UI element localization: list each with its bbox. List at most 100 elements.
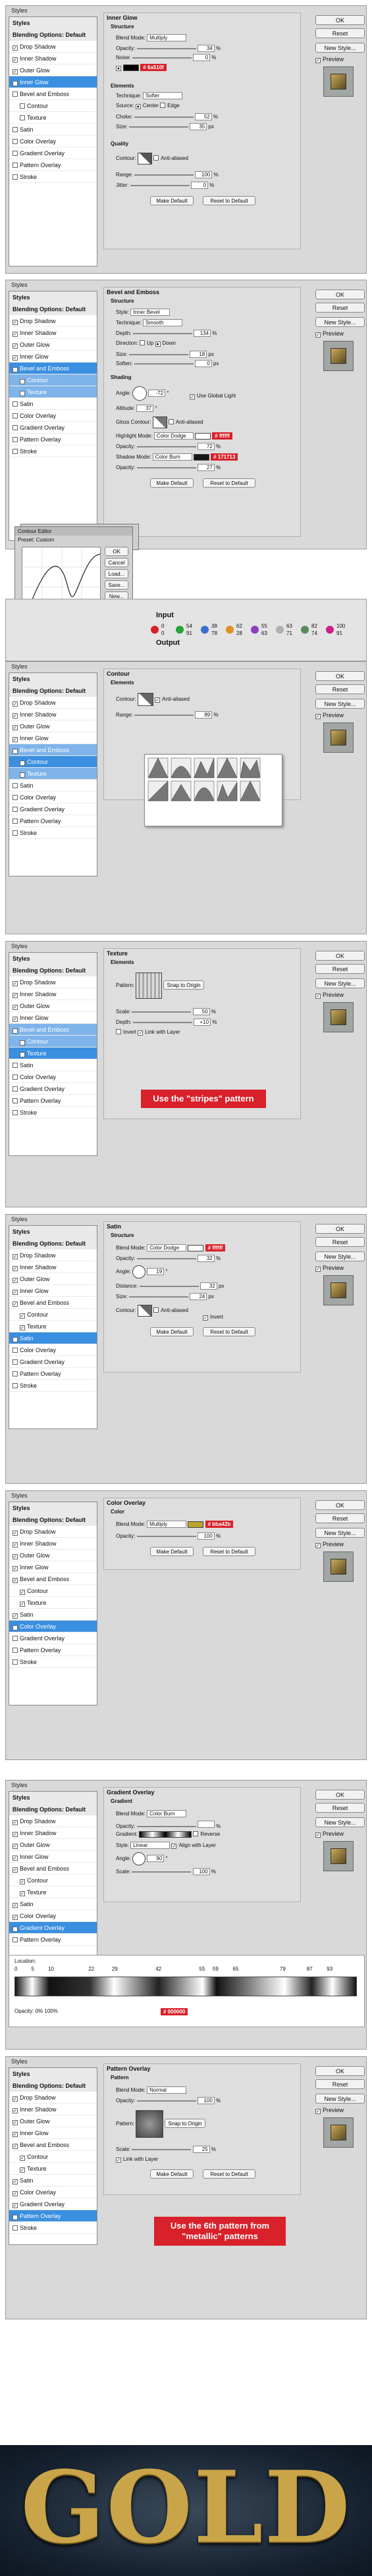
list-item-selected[interactable]: ✓ Pattern Overlay — [9, 2210, 97, 2222]
list-item[interactable]: Satin — [9, 398, 97, 410]
ok-button[interactable]: OK — [315, 1224, 365, 1234]
make-default-button[interactable]: Make Default — [150, 1547, 194, 1556]
list-item-selected[interactable]: ✓ Satin — [9, 1332, 97, 1344]
opacity-slider[interactable] — [136, 47, 196, 49]
list-item[interactable]: ✓ Contour — [9, 1585, 97, 1597]
style-select[interactable]: Linear — [130, 1842, 171, 1849]
list-item[interactable]: ✓ Inner Shadow — [9, 709, 97, 720]
angle-field[interactable]: -72 — [148, 390, 166, 397]
list-item[interactable]: Gradient Overlay — [9, 422, 97, 434]
list-item[interactable]: ✓ Satin — [9, 1609, 97, 1621]
list-item[interactable]: Pattern Overlay — [9, 434, 97, 445]
blend-mode-select[interactable]: Multiply — [147, 34, 187, 41]
jitter-field[interactable]: 0 — [191, 182, 209, 189]
editor-cancel-button[interactable]: Cancel — [105, 558, 128, 567]
size-field[interactable]: 18 — [190, 351, 207, 358]
style-select[interactable]: Inner Bevel — [130, 309, 171, 316]
reset-button[interactable]: Reset — [315, 1513, 365, 1523]
list-item[interactable]: ✓ Bevel and Emboss — [9, 1573, 97, 1585]
list-item[interactable]: ✓ Inner Shadow — [9, 53, 97, 64]
ok-button[interactable]: OK — [315, 15, 365, 25]
shadow-mode-select[interactable]: Color Burn — [152, 453, 192, 461]
depth-slider[interactable] — [132, 332, 192, 334]
list-item[interactable]: Stroke — [9, 827, 97, 839]
list-item[interactable]: ✓ Bevel and Emboss — [9, 2139, 97, 2151]
list-item[interactable]: ✓ Outer Glow — [9, 1839, 97, 1851]
list-item[interactable]: Stroke — [9, 171, 97, 183]
ok-button[interactable]: OK — [315, 2066, 365, 2076]
list-item[interactable]: ✓ Inner Glow — [9, 1851, 97, 1863]
size-field[interactable]: 24 — [190, 1293, 207, 1300]
new-style-button[interactable]: New Style... — [315, 317, 365, 327]
highlight-color-swatch[interactable] — [195, 432, 211, 440]
checkbox[interactable] — [20, 115, 25, 120]
opacity-field[interactable]: 100 — [197, 2097, 215, 2104]
make-default-button[interactable]: Make Default — [150, 2169, 194, 2179]
list-item[interactable]: ✓ Inner Shadow — [9, 327, 97, 339]
editor-ok-button[interactable]: OK — [105, 547, 128, 556]
depth-field[interactable]: +10 — [194, 1019, 211, 1026]
range-slider[interactable] — [134, 174, 194, 176]
checkbox[interactable] — [20, 103, 25, 109]
editor-load-button[interactable]: Load... — [105, 569, 128, 578]
soften-slider[interactable] — [134, 363, 194, 365]
list-item[interactable]: Blending Options: Default — [9, 303, 97, 315]
size-slider[interactable] — [129, 126, 189, 128]
list-item[interactable]: Blending Options: Default — [9, 685, 97, 697]
technique-select[interactable]: Softer — [142, 92, 182, 99]
make-default-button[interactable]: Make Default — [150, 478, 194, 488]
list-item[interactable]: ✓ Satin — [9, 2175, 97, 2186]
list-item[interactable]: ✓ Contour — [9, 1875, 97, 1886]
highlight-mode-select[interactable]: Color Dodge — [153, 432, 194, 440]
list-item[interactable]: Pattern Overlay — [9, 1934, 97, 1946]
list-item-selected[interactable]: ✓ Contour — [9, 756, 97, 768]
list-item[interactable]: ✓ Inner Glow — [9, 2127, 97, 2139]
contour-picker[interactable] — [137, 693, 153, 706]
list-item-selected[interactable]: ✓ Texture — [9, 1048, 97, 1059]
list-item[interactable]: ✓ Contour — [9, 2151, 97, 2163]
list-item[interactable]: ✓ Texture — [9, 1886, 97, 1898]
list-item-selected[interactable]: ✓ Color Overlay — [9, 1621, 97, 1632]
jitter-slider[interactable] — [130, 184, 190, 186]
list-item[interactable]: Color Overlay — [9, 1344, 97, 1356]
list-item[interactable]: Gradient Overlay — [9, 803, 97, 815]
list-item[interactable]: ✓ Outer Glow — [9, 339, 97, 351]
preview-checkbox[interactable]: ✓ Preview — [315, 712, 344, 719]
ok-button[interactable]: OK — [315, 1790, 365, 1800]
checkbox[interactable] — [13, 163, 18, 168]
list-item[interactable]: Pattern Overlay — [9, 815, 97, 827]
angle-dial[interactable] — [132, 1852, 146, 1865]
altitude-field[interactable]: 37 — [136, 405, 154, 412]
sh-opacity-field[interactable]: 27 — [197, 464, 215, 471]
list-item[interactable]: ✓ Drop Shadow — [9, 1815, 97, 1827]
gradient-ramp[interactable] — [14, 1977, 357, 1996]
new-style-button[interactable]: New Style... — [315, 43, 365, 53]
checkbox[interactable] — [13, 139, 18, 144]
list-item[interactable]: Styles — [9, 1226, 97, 1238]
scale-field[interactable]: 25 — [192, 2146, 210, 2153]
contour-presets-grid[interactable] — [144, 754, 282, 826]
preview-checkbox[interactable]: ✓ Preview — [315, 1265, 344, 1272]
range-field[interactable]: 89 — [195, 711, 213, 719]
reset-button[interactable]: Reset — [315, 1237, 365, 1247]
blend-mode-select[interactable]: Multiply — [147, 1521, 187, 1528]
preview-checkbox[interactable]: ✓ Preview — [315, 330, 344, 338]
list-item[interactable]: Styles — [9, 673, 97, 685]
list-item[interactable]: ✓ Drop Shadow — [9, 2092, 97, 2104]
checkbox[interactable] — [13, 127, 18, 132]
list-item[interactable]: Pattern Overlay — [9, 159, 97, 171]
list-item[interactable]: ✓ Contour — [9, 1309, 97, 1321]
gradient-picker[interactable] — [139, 1831, 192, 1838]
list-item[interactable]: Bevel and Emboss — [9, 88, 97, 100]
list-item[interactable]: Pattern Overlay — [9, 1644, 97, 1656]
list-item[interactable]: ✓ Inner Glow — [9, 732, 97, 744]
list-item-selected[interactable]: ✓ Gradient Overlay — [9, 1922, 97, 1934]
list-item[interactable]: Satin — [9, 1059, 97, 1071]
list-item[interactable]: Styles — [9, 953, 97, 965]
noise-field[interactable]: 0 — [193, 54, 211, 61]
range-field[interactable]: 100 — [195, 171, 213, 178]
list-item[interactable]: ✓ Texture — [9, 1597, 97, 1609]
reset-to-default-button[interactable]: Reset to Default — [203, 196, 255, 205]
list-item[interactable]: ✓ Bevel and Emboss — [9, 1863, 97, 1875]
contour-picker[interactable] — [137, 1305, 152, 1317]
